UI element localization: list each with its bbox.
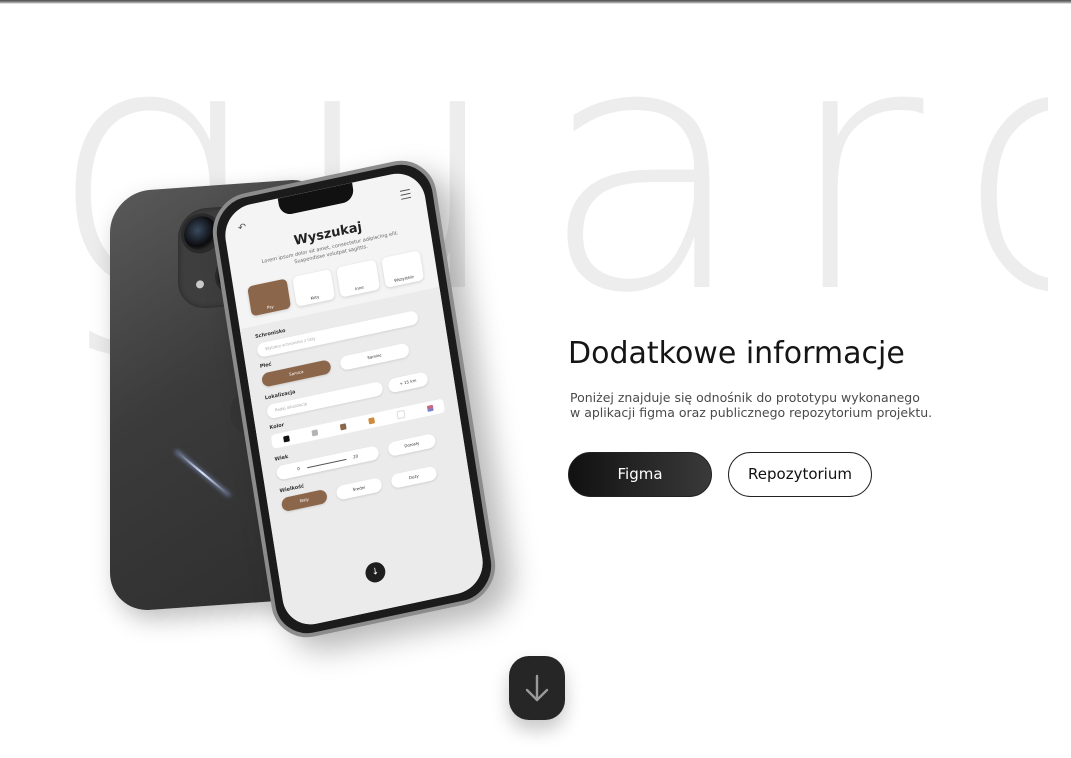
phone-mockup: ↶ Wyszukaj Lorem ipsum dolor sit amet, c… [90, 153, 510, 645]
distance-select[interactable]: + 15 km [387, 371, 429, 394]
location-input[interactable]: Podaj lokalizację [266, 380, 384, 420]
scroll-down-button[interactable] [509, 656, 565, 720]
age-label: Wiek [274, 453, 289, 463]
back-arrow-icon[interactable]: ↶ [237, 222, 247, 235]
size-large-option[interactable]: Duży [390, 465, 438, 489]
category-dogs[interactable]: Psy [247, 278, 291, 317]
size-label: Wielkość [279, 483, 305, 495]
section-description: Poniżej znajduje się odnośnik do prototy… [570, 390, 1050, 420]
arrow-down-icon [525, 674, 549, 702]
color-swatch[interactable] [367, 417, 375, 425]
age-slider-track [306, 458, 347, 468]
category-cats[interactable]: Koty [291, 269, 336, 307]
age-min-value: 0 [296, 465, 301, 472]
sex-label: Płeć [259, 361, 273, 370]
age-range-slider[interactable]: 0 20 [275, 445, 380, 481]
description-line: Poniżej znajduje się odnośnik do prototy… [570, 390, 920, 405]
color-swatch[interactable] [282, 435, 290, 443]
age-max-value: 20 [352, 453, 359, 460]
age-adult-option[interactable]: Dorosły [387, 433, 437, 457]
category-other[interactable]: Inne [336, 259, 380, 298]
size-medium-option[interactable]: Średni [335, 477, 383, 501]
phone-notch [277, 182, 355, 217]
flash-icon [196, 280, 204, 289]
color-swatch[interactable] [426, 404, 434, 413]
color-swatch[interactable] [310, 429, 318, 437]
figma-button[interactable]: Figma [568, 452, 712, 497]
color-swatch[interactable] [339, 423, 347, 431]
category-all[interactable]: Wszystkie [380, 250, 425, 289]
sex-male-option[interactable]: Samiec [339, 342, 410, 371]
section-heading: Dodatkowe informacje [568, 336, 905, 371]
color-swatch[interactable] [395, 409, 406, 420]
filter-panel: Schronisko Wybierz schronisko z listy Pł… [239, 286, 487, 630]
hamburger-menu-icon[interactable] [399, 188, 412, 200]
repository-button[interactable]: Repozytorium [728, 452, 872, 497]
description-line: w aplikacji figma oraz publicznego repoz… [570, 405, 933, 420]
light-streak [175, 450, 231, 497]
color-label: Kolor [269, 422, 285, 432]
